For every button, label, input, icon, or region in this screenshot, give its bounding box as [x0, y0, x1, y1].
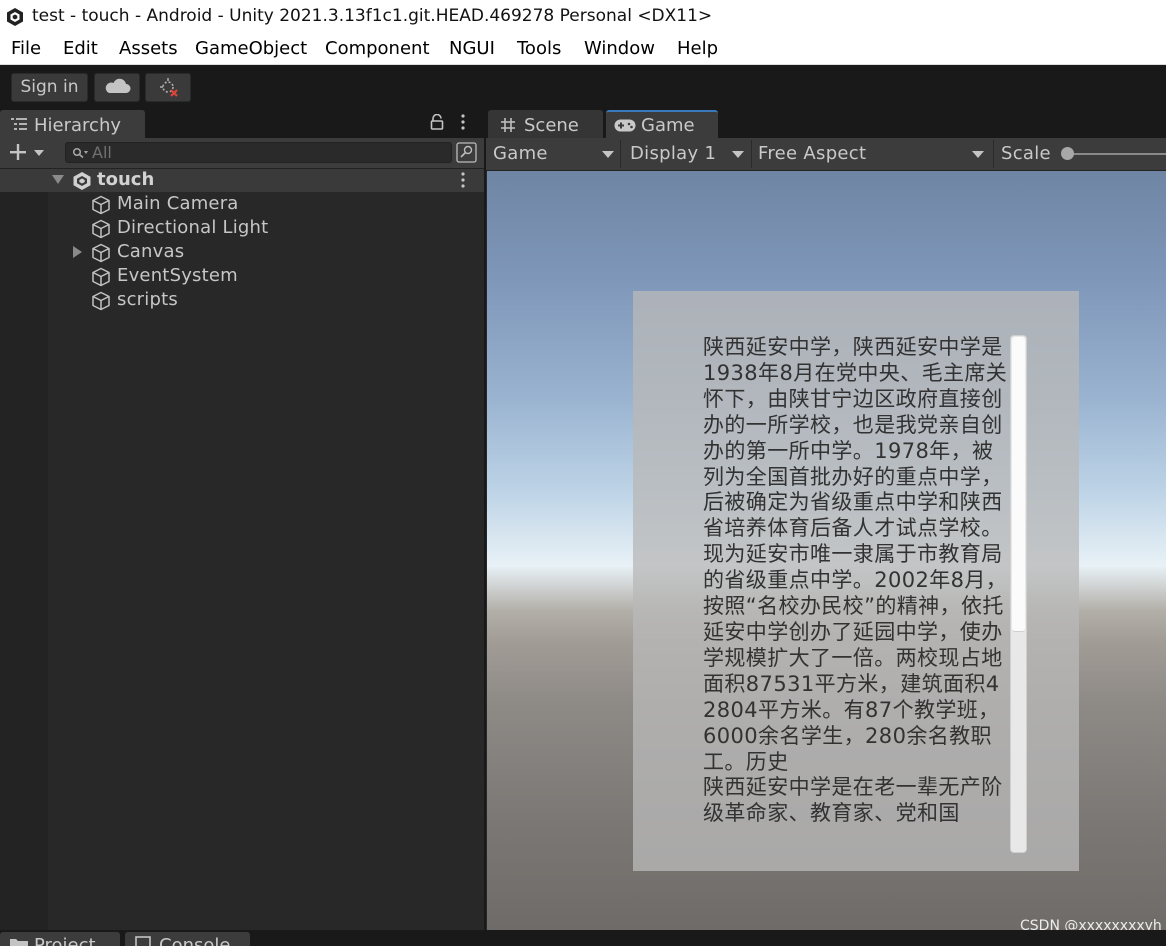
aspect-value: Free Aspect	[758, 143, 867, 164]
tab-console[interactable]: Console	[125, 932, 250, 946]
menu-edit[interactable]: Edit	[63, 38, 98, 59]
scene-row-touch[interactable]: touch	[0, 169, 484, 192]
tab-game[interactable]: Game	[606, 110, 718, 138]
game-mode-value: Game	[493, 143, 548, 164]
scale-slider-handle[interactable]	[1061, 147, 1074, 160]
gameobject-label: EventSystem	[117, 265, 238, 286]
scroll-view-panel: 陕西延安中学，陕西延安中学是1938年8月在党中央、毛主席关怀下，由陕甘宁边区政…	[633, 291, 1079, 871]
gameobject-label: Main Camera	[117, 193, 239, 214]
hierarchy-tree: touch Main Camera Directional Light Canv…	[0, 169, 484, 930]
window-title: test - touch - Android - Unity 2021.3.13…	[32, 6, 713, 26]
expand-arrow-right-icon[interactable]	[73, 246, 83, 258]
scene-menu-icon[interactable]	[460, 172, 466, 188]
display-dropdown[interactable]: Display 1	[622, 141, 750, 167]
hierarchy-search	[65, 142, 452, 163]
collab-error-icon	[160, 78, 178, 97]
collab-button[interactable]	[145, 73, 191, 102]
chevron-down-icon	[732, 151, 744, 158]
hierarchy-item-scripts[interactable]: scripts	[0, 288, 484, 312]
menu-help[interactable]: Help	[677, 38, 718, 59]
unity-scene-icon	[73, 172, 91, 190]
tab-project[interactable]: Project	[0, 932, 120, 946]
gameobject-label: Canvas	[117, 241, 185, 262]
scrollbar-handle[interactable]	[1012, 337, 1025, 632]
menu-gameobject[interactable]: GameObject	[195, 38, 307, 59]
scene-name: touch	[97, 169, 155, 190]
game-viewport[interactable]: 陕西延安中学，陕西延安中学是1938年8月在党中央、毛主席关怀下，由陕甘宁边区政…	[487, 171, 1166, 934]
hierarchy-item-directional-light[interactable]: Directional Light	[0, 216, 484, 240]
tab-game-label: Game	[641, 115, 695, 136]
hierarchy-tab-strip: Hierarchy	[0, 108, 484, 138]
hierarchy-panel: Hierarchy All touch Main Camera Directio…	[0, 108, 484, 930]
lock-icon[interactable]	[430, 114, 444, 130]
sign-in-button[interactable]: Sign in	[11, 73, 88, 102]
scale-label: Scale	[1001, 143, 1051, 164]
menu-window[interactable]: Window	[584, 38, 655, 59]
tab-hierarchy[interactable]: Hierarchy	[0, 110, 145, 138]
kebab-menu-icon[interactable]	[460, 114, 466, 130]
cloud-icon	[105, 78, 131, 93]
chevron-down-icon	[972, 151, 984, 158]
toolbar-separator	[993, 140, 994, 168]
hierarchy-search-input[interactable]	[92, 144, 442, 161]
display-value: Display 1	[630, 143, 717, 164]
menu-bar: File Edit Assets GameObject Component NG…	[0, 34, 1166, 65]
game-panel: Scene Game Game Display 1 Free Aspect Sc…	[486, 108, 1166, 934]
hierarchy-toolbar	[0, 138, 484, 169]
menu-component[interactable]: Component	[325, 38, 430, 59]
hierarchy-tab-label: Hierarchy	[34, 115, 122, 136]
gameobject-icon	[92, 291, 110, 311]
add-object-button[interactable]	[8, 141, 48, 168]
menu-tools[interactable]: Tools	[517, 38, 561, 59]
plus-dropdown-icon	[10, 144, 44, 160]
tab-scene[interactable]: Scene	[488, 110, 603, 138]
menu-ngui[interactable]: NGUI	[449, 38, 495, 59]
hierarchy-item-eventsystem[interactable]: EventSystem	[0, 264, 484, 288]
unity-logo-icon	[7, 8, 23, 26]
title-bar: test - touch - Android - Unity 2021.3.13…	[0, 0, 1166, 34]
vertical-scrollbar[interactable]	[1010, 335, 1027, 853]
scroll-view-text[interactable]: 陕西延安中学，陕西延安中学是1938年8月在党中央、毛主席关怀下，由陕甘宁边区政…	[703, 335, 1010, 855]
fold-arrow-down-icon[interactable]	[52, 175, 64, 185]
folder-icon	[10, 939, 28, 946]
gameobject-label: Directional Light	[117, 217, 269, 238]
hierarchy-item-main-camera[interactable]: Main Camera	[0, 192, 484, 216]
list-icon	[11, 118, 27, 130]
scale-slider-track[interactable]	[1064, 153, 1166, 155]
cloud-button[interactable]	[94, 73, 140, 102]
gameobject-icon	[92, 195, 110, 215]
toolbar-separator	[620, 140, 621, 168]
main-toolbar: Sign in	[0, 65, 1166, 108]
menu-assets[interactable]: Assets	[119, 38, 178, 59]
hierarchy-item-canvas[interactable]: Canvas	[0, 240, 484, 264]
gameobject-icon	[92, 267, 110, 287]
tab-console-label: Console	[159, 935, 231, 946]
gamepad-icon	[614, 119, 636, 132]
game-mode-dropdown[interactable]: Game	[486, 141, 618, 167]
view-tab-strip: Scene Game	[486, 108, 1166, 138]
console-icon	[135, 936, 151, 946]
bottom-tab-strip: Project Console	[0, 930, 1166, 946]
chevron-down-icon	[602, 151, 614, 158]
tab-project-label: Project	[34, 935, 96, 946]
gameobject-icon	[92, 219, 110, 239]
search-icon	[72, 147, 88, 159]
grid-hash-icon	[501, 118, 515, 132]
menu-file[interactable]: File	[11, 38, 41, 59]
gameobject-label: scripts	[117, 289, 178, 310]
tab-scene-label: Scene	[524, 115, 579, 136]
game-toolbar: Game Display 1 Free Aspect Scale	[486, 138, 1166, 171]
aspect-dropdown[interactable]: Free Aspect	[751, 141, 991, 167]
gameobject-icon	[92, 243, 110, 263]
search-scene-icon[interactable]	[456, 142, 477, 163]
